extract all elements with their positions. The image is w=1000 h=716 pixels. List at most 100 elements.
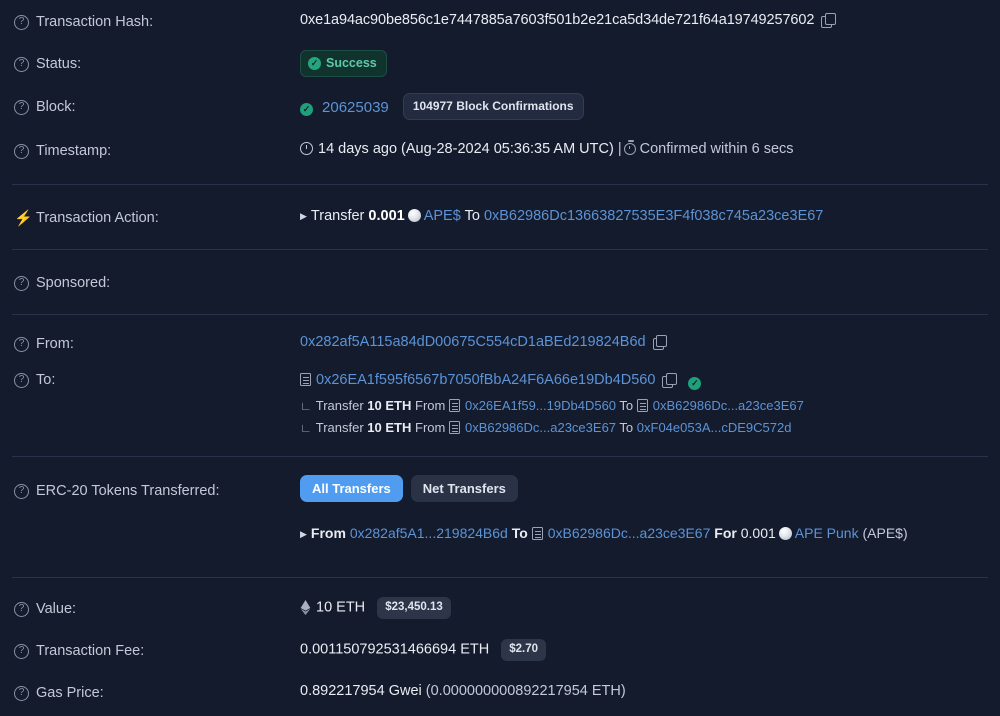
label-text: Gas Price: xyxy=(36,686,104,701)
verified-check-icon: ✓ xyxy=(688,377,701,390)
expand-caret-icon[interactable]: ▶ xyxy=(300,529,307,539)
internal-to-word: To xyxy=(619,420,633,435)
gas-price-eth: (0.000000000892217954 ETH) xyxy=(426,683,626,699)
row-gas-price: ? Gas Price: 0.892217954 Gwei (0.0000000… xyxy=(0,671,1000,713)
internal-from-word: From xyxy=(415,398,445,413)
fee-eth: 0.001150792531466694 ETH xyxy=(300,642,489,658)
label-value: ? Value: xyxy=(14,600,300,617)
value-block: ✓ 20625039 104977 Block Confirmations xyxy=(300,93,1000,119)
label-text: To: xyxy=(36,373,55,388)
question-circle-icon[interactable]: ? xyxy=(14,100,29,115)
token-icon xyxy=(408,209,421,222)
row-transaction-hash: ? Transaction Hash: 0xe1a94ac90be856c1e7… xyxy=(0,0,1000,42)
tab-net-transfers[interactable]: Net Transfers xyxy=(411,475,518,502)
question-circle-icon[interactable]: ? xyxy=(14,15,29,30)
internal-to-word: To xyxy=(619,398,633,413)
value-timestamp: 14 days ago (Aug-28-2024 05:36:35 AM UTC… xyxy=(300,140,1000,160)
row-status: ? Status: ✓ Success xyxy=(0,42,1000,85)
internal-to-address-link[interactable]: 0xB62986Dc...a23ce3E67 xyxy=(653,398,804,413)
token-icon xyxy=(779,527,792,540)
label-timestamp: ? Timestamp: xyxy=(14,142,300,159)
block-number-link[interactable]: 20625039 xyxy=(322,99,389,116)
status-badge: ✓ Success xyxy=(300,50,387,77)
row-transaction-fee: ? Transaction Fee: 0.001150792531466694 … xyxy=(0,629,1000,671)
timestamp-separator: | xyxy=(618,141,622,157)
value-usd-badge: $23,450.13 xyxy=(377,597,451,619)
label-block: ? Block: xyxy=(14,98,300,115)
internal-to-address-link[interactable]: 0xF04e053A...cDE9C572d xyxy=(637,420,792,435)
label-from: ? From: xyxy=(14,335,300,352)
erc20-amount: 0.001 xyxy=(741,525,776,541)
fee-usd-badge: $2.70 xyxy=(501,639,546,661)
row-erc20-tokens: ? ERC-20 Tokens Transferred: All Transfe… xyxy=(0,457,1000,567)
erc20-to-word: To xyxy=(512,525,528,541)
row-block: ? Block: ✓ 20625039 104977 Block Confirm… xyxy=(0,85,1000,128)
copy-icon[interactable] xyxy=(653,335,666,348)
check-circle-icon: ✓ xyxy=(308,57,321,70)
label-text: Transaction Action: xyxy=(36,211,159,226)
lightning-bolt-icon: ⚡ xyxy=(14,211,29,226)
contract-document-icon xyxy=(637,399,648,412)
label-erc20: ? ERC-20 Tokens Transferred: xyxy=(14,475,300,499)
row-sponsored: ? Sponsored: xyxy=(0,250,1000,314)
question-circle-icon[interactable]: ? xyxy=(14,644,29,659)
label-text: From: xyxy=(36,337,74,352)
erc20-token-symbol: (APE$) xyxy=(863,525,908,541)
value-transaction-hash: 0xe1a94ac90be856c1e7447885a7603f501b2e21… xyxy=(300,11,1000,31)
confirmed-text: Confirmed within 6 secs xyxy=(640,141,794,157)
question-circle-icon[interactable]: ? xyxy=(14,602,29,617)
action-to-address-link[interactable]: 0xB62986Dc13663827535E3F4f038c745a23ce3E… xyxy=(484,208,823,224)
from-address-link[interactable]: 0x282af5A115a84dD00675C554cD1aBEd219824B… xyxy=(300,334,646,350)
erc20-from-word: From xyxy=(311,525,346,541)
action-verb: Transfer xyxy=(311,208,364,224)
divider xyxy=(12,577,988,578)
contract-document-icon xyxy=(300,373,311,386)
label-to: ? To: xyxy=(14,364,300,388)
to-address-link[interactable]: 0x26EA1f595f6567b7050fBbA24F6A66e19Db4D5… xyxy=(316,372,655,388)
contract-document-icon xyxy=(532,527,543,540)
status-badge-label: Success xyxy=(326,55,377,72)
action-token-link[interactable]: APE$ xyxy=(424,208,461,224)
label-text: Block: xyxy=(36,100,76,115)
question-circle-icon[interactable]: ? xyxy=(14,484,29,499)
block-confirmations-badge: 104977 Block Confirmations xyxy=(403,93,584,119)
contract-document-icon xyxy=(449,421,460,434)
ethereum-icon xyxy=(300,600,311,615)
internal-from-address-link[interactable]: 0xB62986Dc...a23ce3E67 xyxy=(465,420,616,435)
label-status: ? Status: xyxy=(14,55,300,72)
erc20-from-address-link[interactable]: 0x282af5A1...219824B6d xyxy=(350,525,508,541)
label-text: Status: xyxy=(36,57,81,72)
label-text: Transaction Fee: xyxy=(36,644,144,659)
to-address-line: 0x26EA1f595f6567b7050fBbA24F6A66e19Db4D5… xyxy=(300,371,1000,391)
value-status: ✓ Success xyxy=(300,50,1000,77)
action-amount: 0.001 xyxy=(368,208,404,224)
question-circle-icon[interactable]: ? xyxy=(14,57,29,72)
question-circle-icon[interactable]: ? xyxy=(14,337,29,352)
copy-icon[interactable] xyxy=(821,13,834,26)
transaction-hash-text: 0xe1a94ac90be856c1e7447885a7603f501b2e21… xyxy=(300,12,814,28)
internal-from-address-link[interactable]: 0x26EA1f59...19Db4D560 xyxy=(465,398,616,413)
internal-verb: Transfer xyxy=(316,398,364,413)
clock-icon xyxy=(300,142,313,155)
tab-all-transfers[interactable]: All Transfers xyxy=(300,475,403,502)
erc20-for-word: For xyxy=(714,525,737,541)
internal-verb: Transfer xyxy=(316,420,364,435)
question-circle-icon[interactable]: ? xyxy=(14,686,29,701)
corner-branch-icon: ∟ xyxy=(300,421,312,435)
question-circle-icon[interactable]: ? xyxy=(14,373,29,388)
erc20-tabs: All Transfers Net Transfers xyxy=(300,475,1000,502)
expand-caret-icon[interactable]: ▶ xyxy=(300,211,307,221)
internal-from-word: From xyxy=(415,420,445,435)
copy-icon[interactable] xyxy=(662,373,675,386)
check-circle-icon: ✓ xyxy=(300,103,313,116)
question-circle-icon[interactable]: ? xyxy=(14,144,29,159)
erc20-token-name-link[interactable]: APE Punk xyxy=(795,525,859,541)
row-value: ? Value: 10 ETH $23,450.13 xyxy=(0,587,1000,629)
label-text: Value: xyxy=(36,602,76,617)
timestamp-text: 14 days ago (Aug-28-2024 05:36:35 AM UTC… xyxy=(318,141,614,157)
row-timestamp: ? Timestamp: 14 days ago (Aug-28-2024 05… xyxy=(0,128,1000,172)
label-sponsored: ? Sponsored: xyxy=(14,274,300,291)
erc20-to-address-link[interactable]: 0xB62986Dc...a23ce3E67 xyxy=(548,525,711,541)
question-circle-icon[interactable]: ? xyxy=(14,276,29,291)
internal-transfer-line: ∟Transfer 10 ETH From 0xB62986Dc...a23ce… xyxy=(300,419,1000,438)
